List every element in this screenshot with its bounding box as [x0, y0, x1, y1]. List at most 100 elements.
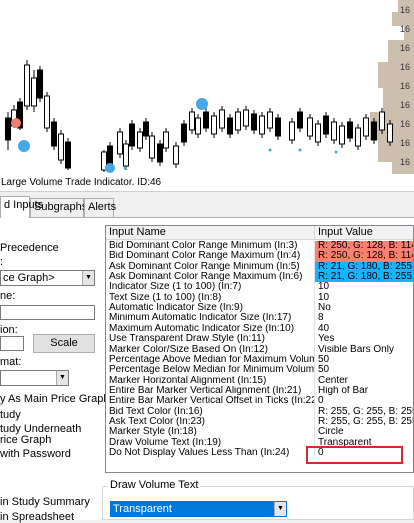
header-input-value[interactable]: Input Value	[315, 226, 413, 239]
input-value-cell[interactable]: 40	[315, 324, 413, 334]
inputs-grid[interactable]: Input Name Input Value Bid Dominant Colo…	[105, 225, 414, 473]
input-name-cell: Marker Color/Size Based On (In:12)	[106, 344, 315, 355]
candle-body	[251, 113, 257, 131]
tab-label: Alerts	[88, 201, 117, 213]
table-row[interactable]: Bid Text Color (In:16) R: 255, G: 255, B:…	[106, 406, 413, 417]
candle-body	[275, 117, 281, 137]
input-value-cell[interactable]: R: 255, G: 255, B: 255	[315, 407, 413, 417]
input-value-cell[interactable]: R: 21, G: 180, B: 255	[315, 272, 413, 283]
option-spreadsheet[interactable]: in Spreadsheet	[0, 511, 74, 523]
candle-body	[387, 123, 393, 143]
tab-alerts[interactable]: Alerts	[84, 198, 117, 217]
table-row[interactable]: Entire Bar Marker Vertical Offset in Tic…	[106, 396, 413, 407]
marker-dot	[123, 166, 127, 170]
input-name-cell: Automatic Indicator Size (In:9)	[106, 303, 315, 314]
ask-marker	[105, 163, 115, 173]
input-value-cell[interactable]: R: 255, G: 255, B: 255	[315, 417, 413, 427]
candle-body	[347, 121, 353, 139]
price-tick-label: 16	[400, 5, 411, 15]
input-name-cell: Bid Text Color (In:16)	[106, 406, 315, 417]
input-value-cell[interactable]: Center	[315, 376, 413, 386]
candle-body	[58, 133, 64, 161]
chevron-down-icon: ▼	[274, 502, 286, 516]
study-title-bar: Large Volume Trade Indicator. ID:46	[0, 174, 414, 192]
input-value-cell[interactable]: R: 250, G: 128, B: 114	[315, 251, 413, 262]
table-row[interactable]: Text Size (1 to 100) (In:8) 10	[106, 292, 413, 304]
table-row[interactable]: Automatic Indicator Size (In:9) No	[106, 303, 413, 314]
candle-body	[289, 121, 295, 141]
input-name-cell: Maximum Automatic Indicator Size (In:10)	[106, 323, 315, 335]
table-row[interactable]: Bid Dominant Color Range Maximum (In:4) R…	[106, 251, 413, 262]
candle-body	[195, 117, 201, 135]
input-name-cell: Bid Dominant Color Range Maximum (In:4)	[106, 251, 315, 262]
price-tick-label: 16	[400, 43, 411, 53]
input-value-cell[interactable]: High of Bar	[315, 386, 413, 396]
input-name-cell: Minimum Automatic Indicator Size (In:17)	[106, 313, 315, 324]
candle-body	[259, 115, 265, 135]
table-row[interactable]: Use Transparent Draw Style (In:11) Yes	[106, 334, 413, 345]
table-row[interactable]: Maximum Automatic Indicator Size (In:10)…	[106, 323, 413, 335]
table-row[interactable]: Indicator Size (1 to 100) (In:7) 10	[106, 282, 413, 293]
option-study-summary[interactable]: in Study Summary	[0, 496, 90, 508]
draw-volume-text-select[interactable]: Transparent ▼	[110, 501, 287, 517]
candle-body	[243, 109, 249, 127]
input-value-cell[interactable]: No	[315, 303, 413, 313]
input-value-cell[interactable]: 10	[315, 282, 413, 292]
candle-body	[163, 131, 169, 149]
candle-body	[157, 143, 163, 163]
table-row[interactable]: Ask Text Color (In:23) R: 255, G: 255, B:…	[106, 416, 413, 428]
table-row[interactable]: Ask Dominant Color Range Minimum (In:5) R…	[106, 261, 413, 272]
table-row[interactable]: Marker Horizontal Alignment (In:15) Cente…	[106, 375, 413, 386]
input-value-cell[interactable]: R: 250, G: 128, B: 114	[315, 241, 413, 252]
input-value-cell[interactable]: 0	[315, 396, 413, 406]
marker-dot	[334, 150, 338, 154]
price-chart[interactable]: 16 16 16 16 16 16 16 16 16	[0, 0, 414, 174]
input-value-cell[interactable]: 10	[315, 293, 413, 303]
candle-body	[323, 115, 329, 135]
input-name-cell: Draw Volume Text (In:19)	[106, 437, 315, 448]
graph-select-value: ce Graph>	[3, 272, 55, 284]
settings-tabs: d Inputs Subgraphs Alerts	[0, 196, 414, 218]
option-as-main-graph[interactable]: y As Main Price Graph	[0, 393, 109, 405]
input-value-cell[interactable]: Visible Bars Only	[315, 345, 413, 355]
input-value-cell[interactable]: R: 21, G: 180, B: 255	[315, 261, 413, 272]
chevron-down-icon: ▼	[82, 271, 94, 285]
tab-settings-inputs[interactable]: d Inputs	[0, 196, 43, 218]
candle-body	[189, 111, 195, 131]
draw-volume-text-group: Draw Volume Text Transparent ▼	[102, 479, 414, 520]
draw-volume-text-value: Transparent	[113, 503, 172, 515]
candle-body	[331, 121, 337, 141]
candle-body	[5, 117, 11, 141]
input-name-cell: Ask Dominant Color Range Minimum (In:5)	[106, 261, 315, 272]
table-row[interactable]: Ask Dominant Color Range Maximum (In:6) R…	[106, 272, 413, 283]
candle-body	[65, 141, 71, 169]
table-row[interactable]: Marker Style (In:18) Circle	[106, 427, 413, 438]
table-row[interactable]: Percentage Above Median for Maximum Volu…	[106, 354, 413, 366]
table-row[interactable]: Percentage Below Median for Minimum Volu…	[106, 365, 413, 376]
table-row[interactable]: Marker Color/Size Based On (In:12) Visibl…	[106, 344, 413, 355]
name-input[interactable]	[0, 305, 95, 320]
input-value-cell[interactable]: Circle	[315, 427, 413, 437]
study-title-text: Large Volume Trade Indicator. ID:46	[1, 177, 162, 188]
header-input-name[interactable]: Input Name	[106, 226, 315, 240]
input-value-cell[interactable]: 8	[315, 313, 413, 323]
table-row[interactable]: Bid Dominant Color Range Minimum (In:3) R…	[106, 241, 413, 252]
table-row[interactable]: Minimum Automatic Indicator Size (In:17)…	[106, 313, 413, 324]
input-name-cell: Ask Dominant Color Range Maximum (In:6)	[106, 272, 315, 283]
input-name-cell: Bid Dominant Color Range Minimum (In:3)	[106, 241, 315, 252]
input-value-cell[interactable]: Yes	[315, 334, 413, 344]
format-select[interactable]: ▼	[0, 370, 69, 386]
candle-body	[31, 77, 37, 107]
table-row[interactable]: Entire Bar Marker Vertical Alignment (In…	[106, 385, 413, 397]
graph-select[interactable]: ce Graph> ▼	[0, 270, 95, 286]
candle-body	[363, 117, 369, 137]
input-value-cell[interactable]: 50	[315, 365, 413, 375]
candle-body	[211, 115, 217, 135]
scale-button[interactable]: Scale	[33, 334, 95, 353]
option-study[interactable]: tudy	[0, 409, 21, 421]
candle-body	[227, 117, 233, 135]
input-value-cell[interactable]: 50	[315, 355, 413, 365]
option-with-password[interactable]: with Password	[0, 448, 71, 460]
region-input[interactable]	[0, 336, 24, 351]
ask-marker	[196, 98, 208, 110]
